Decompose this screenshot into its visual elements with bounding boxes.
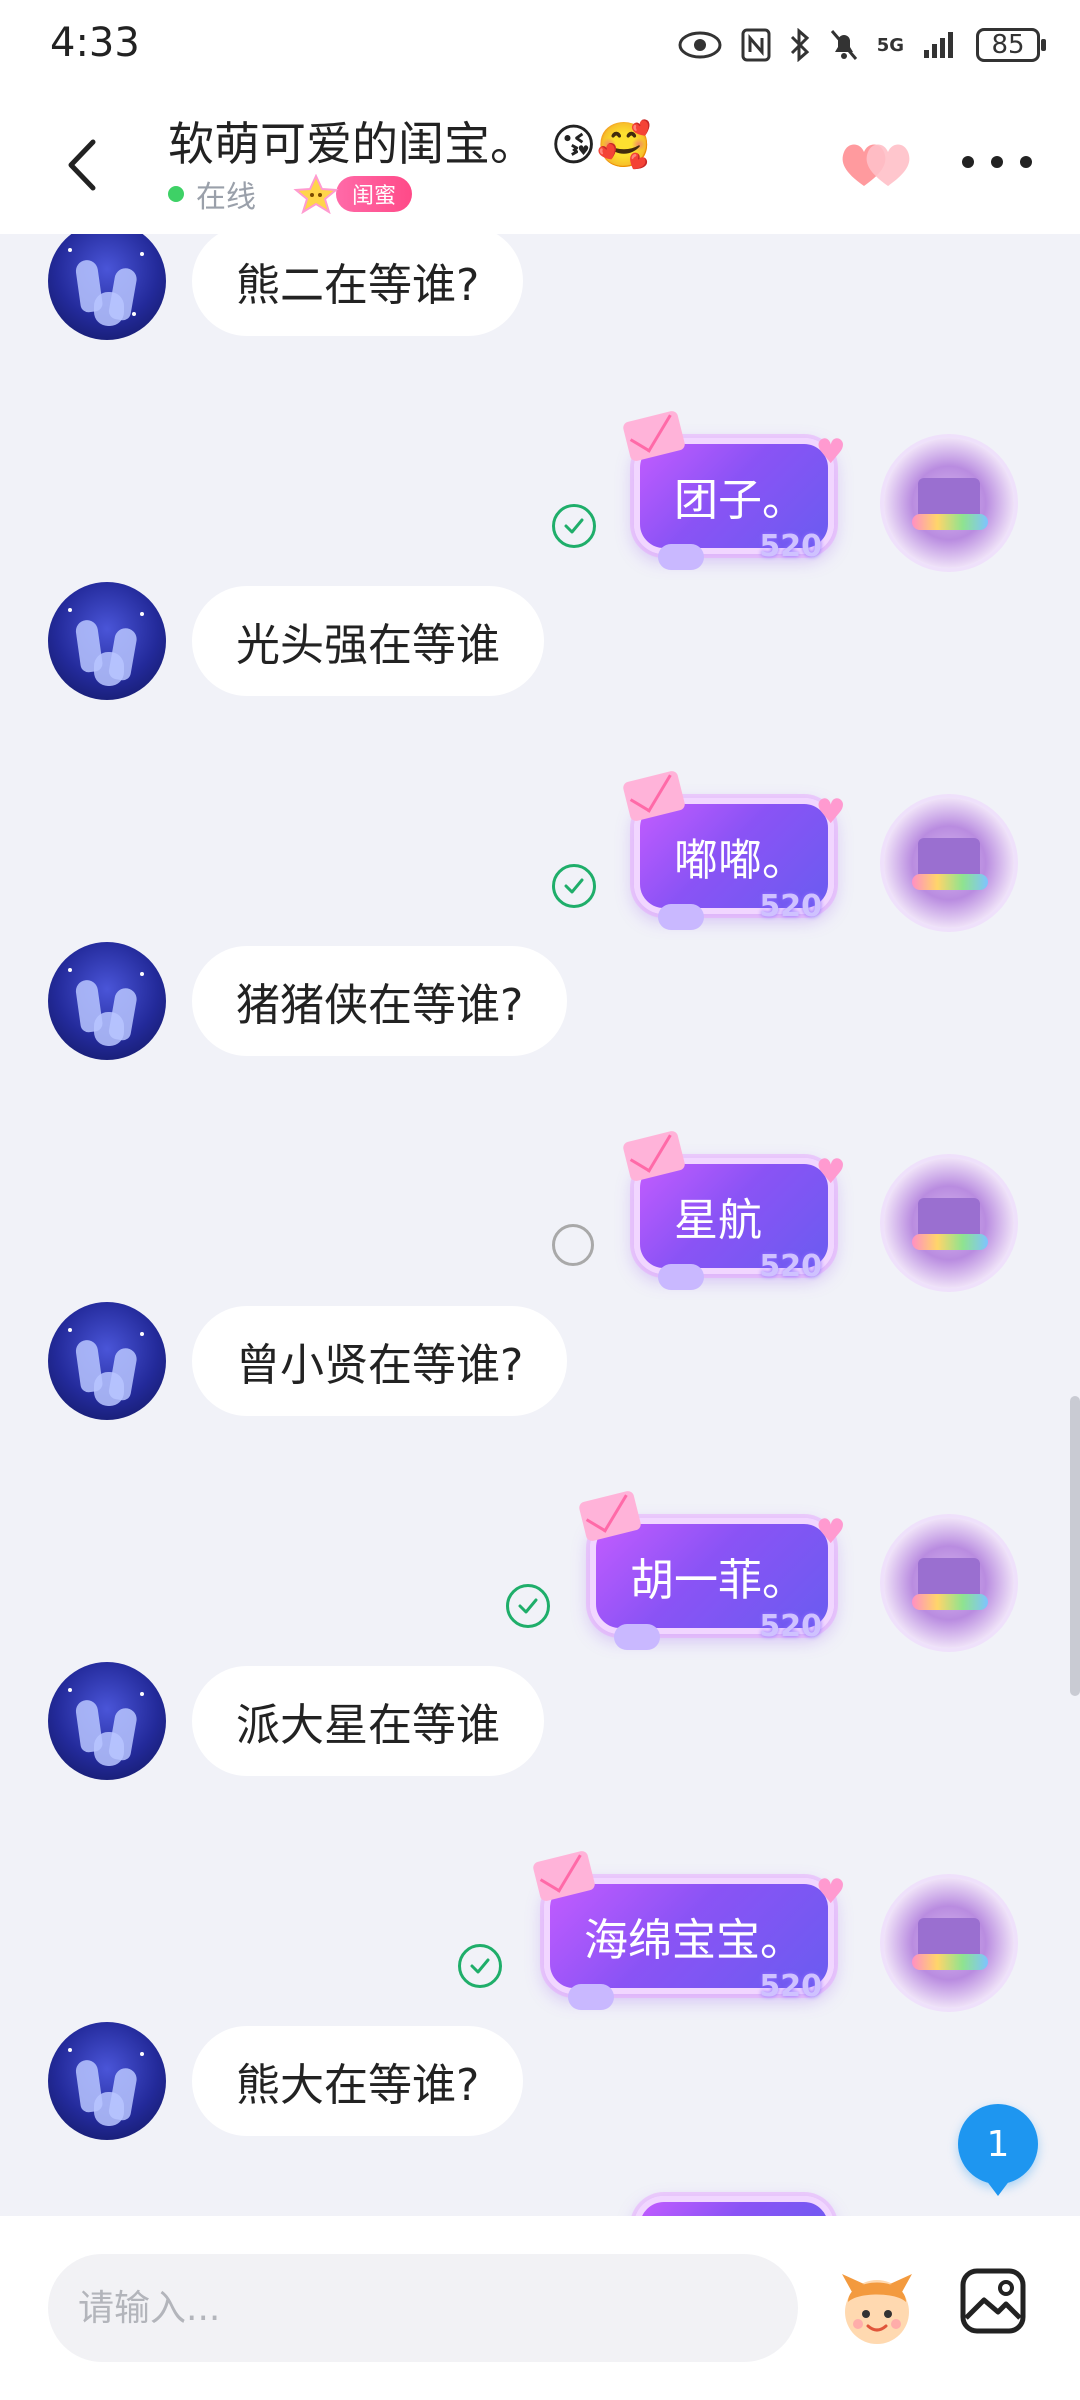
status-bar: 4:33 5G 85 [0,0,1080,92]
chat-title-text: 软萌可爱的闺宝。 [168,117,536,171]
message-bubble[interactable]: 猪猪侠在等谁? [192,946,568,1056]
my-avatar[interactable] [884,1518,1014,1648]
envelope-icon [621,769,687,823]
more-dot-icon [962,156,974,168]
chat-title-emoji: 😘🥰 [550,120,652,171]
message-bubble[interactable]: ♥ 星航 520 [621,1129,846,1290]
status-icons: 5G 85 [677,22,1046,68]
unread-count-badge[interactable]: 1 [958,2104,1038,2196]
envelope-icon [621,409,687,463]
message-list[interactable]: 熊二在等谁? ♥ 团子。 520 光头强在等谁 ♥ 嘟嘟。 520 猪猪侠在等谁… [0,234,1080,2216]
heart-icon: ♥ [815,1872,846,1912]
envelope-icon [531,1849,597,1903]
heart-icon: ♥ [815,432,846,472]
chat-header: 软萌可爱的闺宝。 😘🥰 在线 闺蜜 [0,92,1080,234]
friend-avatar[interactable] [48,942,166,1060]
bubble-tag: 520 [759,889,822,924]
friend-avatar[interactable] [48,234,166,340]
message-bubble[interactable]: ♥ 嘟嘟。 520 [621,769,846,930]
message-text: 星航 [674,1195,762,1246]
online-status: 在线 [196,180,256,215]
envelope-icon [621,1129,687,1183]
my-avatar[interactable] [884,438,1014,568]
message-bubble[interactable]: 曾小贤在等谁? [192,1306,568,1416]
intimacy-heart-button[interactable] [838,136,914,192]
envelope-icon [577,1489,643,1543]
heart-icon: ♥ [815,1512,846,1552]
cloud-decoration [614,1624,660,1650]
message-bubble[interactable]: 熊二在等谁? [192,234,524,336]
online-status-row: 在线 闺蜜 [168,172,413,216]
nfc-icon [741,28,771,62]
battery-icon: 85 [976,28,1046,62]
back-button[interactable] [52,130,112,200]
bff-badge-label: 闺蜜 [336,176,413,212]
cloud-decoration [658,904,704,930]
scrollbar-thumb[interactable] [1070,1396,1080,1696]
sending-status-icon [552,1224,594,1266]
bubble-tag: 520 [759,529,822,564]
cloud-decoration [658,544,704,570]
battery-level: 85 [991,30,1025,60]
message-text: 团子。 [674,475,806,526]
image-button[interactable] [958,2266,1028,2336]
bubble-tag: 520 [759,1609,822,1644]
read-check-icon [458,1944,502,1988]
cloud-decoration [658,1264,704,1290]
message-bubble[interactable]: ♥ 海绵宝宝。 520 [531,1849,846,2010]
mascot-icon [842,2274,912,2344]
mute-icon [830,30,857,60]
heart-icon: ♥ [815,1152,846,1192]
read-check-icon [552,864,596,908]
more-dot-icon [991,156,1003,168]
my-avatar[interactable] [884,798,1014,928]
input-bar [0,2216,1080,2400]
message-bubble[interactable]: ♥ 团子。 520 [621,409,846,570]
friend-avatar[interactable] [48,2022,166,2140]
bubble-tag: 520 [759,1249,822,1284]
heart-icon: ♥ [815,792,846,832]
friend-avatar[interactable] [48,1662,166,1780]
chevron-left-icon [68,139,96,191]
message-bubble[interactable]: 派大星在等谁 [192,1666,544,1776]
message-bubble[interactable]: 光头强在等谁 [192,586,544,696]
sticker-button[interactable] [832,2262,922,2352]
status-time: 4:33 [50,20,140,66]
friend-avatar[interactable] [48,1302,166,1420]
online-dot [168,186,184,202]
friend-avatar[interactable] [48,582,166,700]
more-button[interactable] [962,142,1032,182]
double-heart-icon [842,144,910,186]
message-input[interactable] [48,2254,798,2362]
bff-badge[interactable]: 闺蜜 [288,174,413,214]
read-check-icon [552,504,596,548]
bubble-tag: 520 [759,1969,822,2004]
my-avatar[interactable] [884,1158,1014,1288]
chat-title[interactable]: 软萌可爱的闺宝。 😘🥰 [168,108,651,174]
read-check-icon [506,1584,550,1628]
message-text: 嘟嘟。 [674,835,806,886]
star-icon [293,174,339,214]
message-text: 胡一菲。 [630,1555,806,1606]
signal-icon [924,32,953,58]
eye-icon [678,31,722,59]
message-text: 海绵宝宝。 [584,1915,804,1966]
message-bubble-partial[interactable] [634,2196,834,2216]
image-icon [960,2268,1026,2334]
message-bubble[interactable]: ♥ 胡一菲。 520 [577,1489,846,1650]
network-label: 5G [876,34,904,56]
more-dot-icon [1020,156,1032,168]
my-avatar[interactable] [884,1878,1014,2008]
message-bubble[interactable]: 熊大在等谁? [192,2026,524,2136]
cloud-decoration [568,1984,614,2010]
bluetooth-icon [790,28,809,62]
